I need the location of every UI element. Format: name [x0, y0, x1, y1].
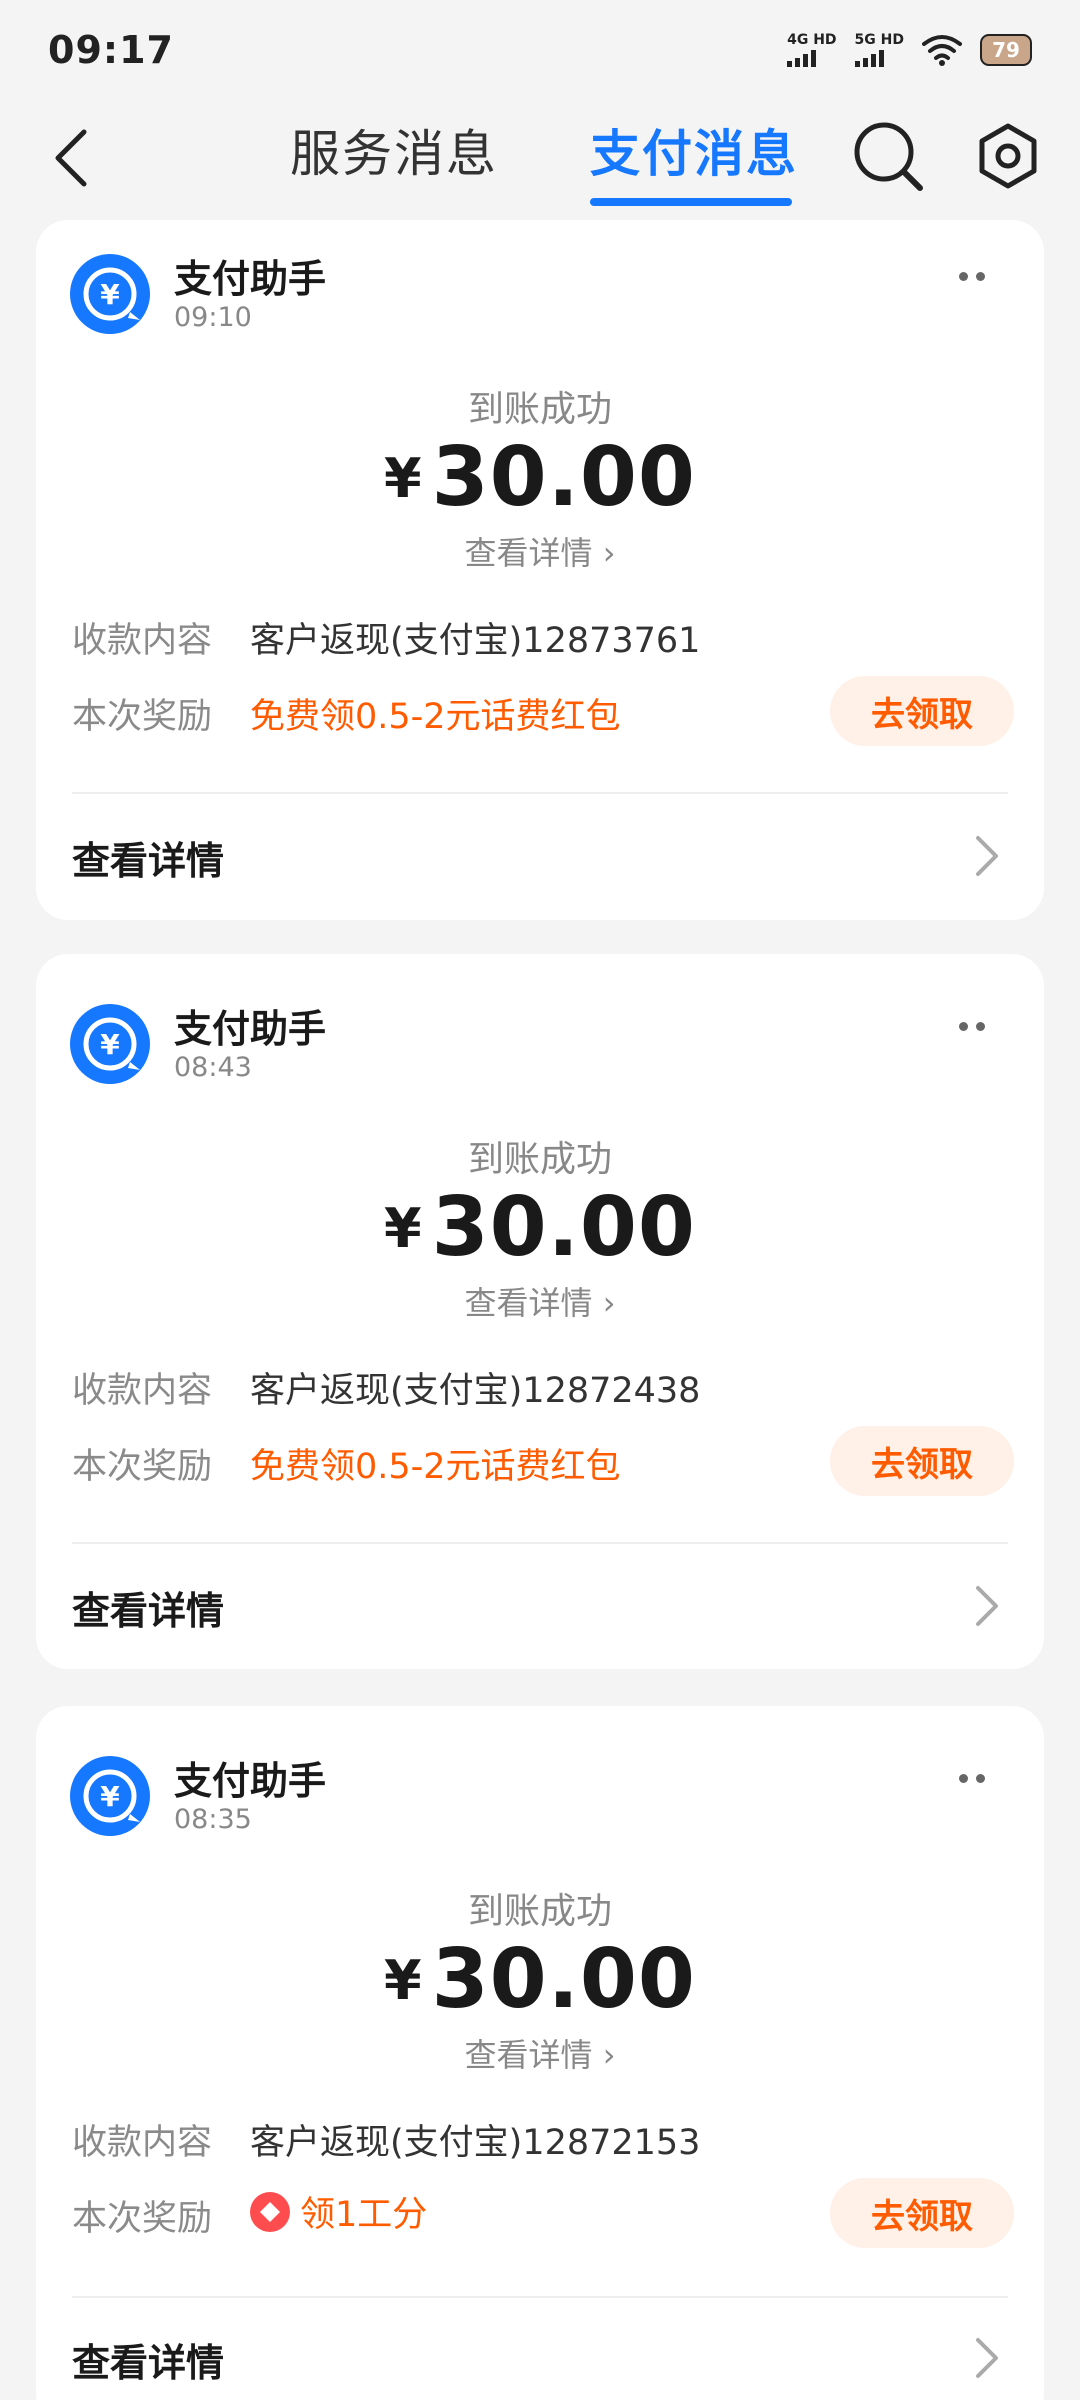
- battery-icon: 79: [980, 34, 1032, 66]
- chevron-right-icon: ›: [592, 1284, 616, 1322]
- points-badge-icon: [250, 2191, 290, 2232]
- sender-name: 支付助手: [174, 257, 327, 301]
- svg-text:¥: ¥: [100, 278, 120, 311]
- payment-status: 到账成功: [467, 389, 612, 430]
- status-time: 09:17: [48, 28, 174, 72]
- payment-amount: ¥30.00: [36, 430, 1044, 525]
- divider: [72, 2296, 1008, 2298]
- tab-payment-messages[interactable]: 支付消息: [590, 114, 798, 186]
- view-details-link[interactable]: 查看详情 ›: [36, 1278, 1044, 1324]
- alipay-assistant-avatar-icon: ¥: [70, 254, 150, 334]
- reward-value: 领1工分: [250, 2186, 427, 2237]
- more-options-button[interactable]: [952, 266, 992, 286]
- content-label: 收款内容: [72, 1371, 213, 1411]
- gear-icon[interactable]: [972, 120, 1044, 192]
- header: 服务消息 支付消息: [0, 100, 1080, 230]
- message-time: 09:10: [174, 302, 252, 333]
- status-bar: 09:17 4G HD 5G HD 79: [0, 0, 1080, 100]
- content-label: 收款内容: [72, 2123, 213, 2163]
- content-value: 客户返现(支付宝)12872153: [250, 2123, 701, 2163]
- network-label-5g: 5G HD: [854, 32, 904, 48]
- signal-icon-2: 5G HD: [854, 32, 904, 67]
- content-label: 收款内容: [72, 621, 213, 661]
- claim-button[interactable]: 去领取: [830, 2178, 1014, 2248]
- sender-name: 支付助手: [174, 1759, 327, 1803]
- currency-symbol: ¥: [384, 1197, 422, 1260]
- view-details-footer[interactable]: 查看详情: [72, 1580, 224, 1635]
- chevron-right-icon[interactable]: [970, 2336, 1004, 2380]
- amount-value: 30.00: [431, 1180, 696, 1275]
- payment-card[interactable]: ¥ 支付助手 08:43 到账成功 ¥30.00 查看详情 › 收款内容 客户返…: [36, 954, 1044, 1669]
- view-details-link[interactable]: 查看详情 ›: [36, 2030, 1044, 2076]
- payment-amount: ¥30.00: [36, 1180, 1044, 1275]
- alipay-assistant-avatar-icon: ¥: [70, 1756, 150, 1836]
- svg-text:¥: ¥: [100, 1028, 120, 1061]
- reward-label: 本次奖励: [72, 2199, 213, 2239]
- reward-label: 本次奖励: [72, 697, 213, 737]
- chevron-right-icon[interactable]: [970, 1584, 1004, 1628]
- search-icon[interactable]: [850, 118, 926, 194]
- chevron-right-icon: ›: [592, 2036, 616, 2074]
- tab-service-messages[interactable]: 服务消息: [290, 114, 498, 186]
- message-time: 08:35: [174, 1804, 252, 1835]
- active-tab-indicator: [590, 198, 792, 206]
- content-value: 客户返现(支付宝)12872438: [250, 1371, 701, 1411]
- reward-label: 本次奖励: [72, 1447, 213, 1487]
- amount-value: 30.00: [431, 430, 696, 525]
- status-icons: 4G HD 5G HD 79: [787, 33, 1032, 67]
- payment-status: 到账成功: [467, 1891, 612, 1932]
- reward-value: 免费领0.5-2元话费红包: [250, 1447, 621, 1487]
- chevron-right-icon: ›: [592, 534, 616, 572]
- signal-icon: 4G HD: [787, 32, 837, 67]
- currency-symbol: ¥: [384, 447, 422, 510]
- currency-symbol: ¥: [384, 1949, 422, 2012]
- divider: [72, 1542, 1008, 1544]
- message-time: 08:43: [174, 1052, 252, 1083]
- network-label-4g: 4G HD: [787, 32, 837, 48]
- payment-status: 到账成功: [467, 1139, 612, 1180]
- view-details-link[interactable]: 查看详情 ›: [36, 528, 1044, 574]
- payment-card[interactable]: ¥ 支付助手 08:35 到账成功 ¥30.00 查看详情 › 收款内容 客户返…: [36, 1706, 1044, 2400]
- payment-amount: ¥30.00: [36, 1932, 1044, 2027]
- divider: [72, 792, 1008, 794]
- claim-button[interactable]: 去领取: [830, 1426, 1014, 1496]
- content-value: 客户返现(支付宝)12873761: [250, 621, 701, 661]
- alipay-assistant-avatar-icon: ¥: [70, 1004, 150, 1084]
- back-icon[interactable]: [40, 122, 110, 192]
- claim-button[interactable]: 去领取: [830, 676, 1014, 746]
- amount-value: 30.00: [431, 1932, 696, 2027]
- sender-name: 支付助手: [174, 1007, 327, 1051]
- chevron-right-icon[interactable]: [970, 834, 1004, 878]
- wifi-icon: [922, 35, 962, 66]
- view-details-footer[interactable]: 查看详情: [72, 2332, 224, 2387]
- reward-value: 免费领0.5-2元话费红包: [250, 697, 621, 737]
- view-details-footer[interactable]: 查看详情: [72, 830, 224, 885]
- more-options-button[interactable]: [952, 1016, 992, 1036]
- payment-card[interactable]: ¥ 支付助手 09:10 到账成功 ¥30.00 查看详情 › 收款内容 客户返…: [36, 220, 1044, 920]
- more-options-button[interactable]: [952, 1768, 992, 1788]
- svg-text:¥: ¥: [100, 1780, 120, 1813]
